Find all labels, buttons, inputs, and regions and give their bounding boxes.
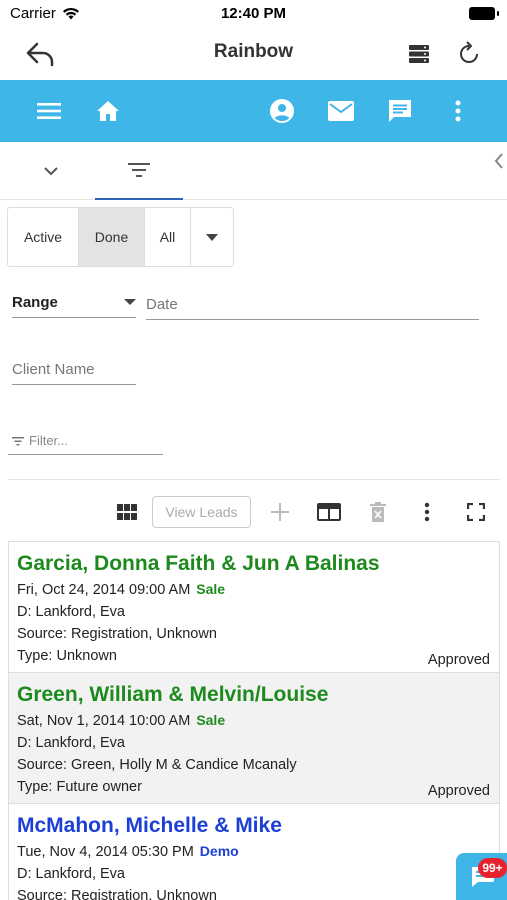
lead-card[interactable]: McMahon, Michelle & Mike Tue, Nov 4, 201… [9,804,499,900]
plus-icon [271,503,289,521]
lead-date: Tue, Nov 4, 2014 05:30 PM [17,844,194,860]
filter-icon [128,163,150,177]
fullscreen-icon [467,503,485,521]
menu-icon [37,103,61,119]
card-view-button[interactable] [314,497,344,527]
segment-active[interactable]: Active [8,208,79,266]
fullscreen-button[interactable] [461,497,491,527]
message-icon [389,100,411,122]
range-select[interactable]: Range [12,288,136,318]
card-view-icon [317,503,341,521]
lead-date: Sat, Nov 1, 2014 10:00 AM [17,713,191,729]
home-icon [97,101,119,121]
lead-tag: Demo [199,843,239,859]
battery-icon [469,7,499,20]
filter-tabs [0,142,507,200]
filter-placeholder: Filter... [29,433,69,448]
view-leads-button[interactable]: View Leads [152,496,251,528]
menu-button[interactable] [31,93,67,129]
status-segmented-control: Active Done All [7,207,234,267]
chat-unread-badge: 99+ [478,858,507,878]
side-panel-chevron-icon[interactable] [493,152,505,170]
account-button[interactable] [264,93,300,129]
lead-name: Garcia, Donna Faith & Jun A Balinas [17,552,380,575]
grid-icon [117,504,137,520]
section-divider [8,479,500,480]
segment-all[interactable]: All [145,208,191,266]
lead-name: McMahon, Michelle & Mike [17,814,282,837]
home-button[interactable] [90,93,126,129]
lead-status: Approved [427,652,490,668]
more-vertical-icon [424,502,430,522]
lead-card[interactable]: Garcia, Donna Faith & Jun A Balinas Fri,… [9,542,499,673]
client-name-field[interactable]: Client Name [12,354,136,385]
lead-type: Type: Future owner [17,779,142,795]
tab-collapse[interactable] [7,142,95,200]
list-action-bar: View Leads [0,492,507,532]
status-bar: Carrier 12:40 PM [0,0,507,28]
lead-designer: D: Lankford, Eva [17,735,125,751]
lead-name: Green, William & Melvin/Louise [17,683,329,706]
range-label: Range [12,294,58,311]
delete-icon [370,502,386,522]
more-vertical-icon [455,100,461,122]
lead-source: Source: Registration, Unknown [17,626,217,642]
caret-down-icon [124,299,136,305]
more-options-button[interactable] [412,497,442,527]
chevron-down-icon [44,167,58,176]
server-icon [409,45,429,63]
grid-view-button[interactable] [112,497,142,527]
date-field[interactable]: Date [146,288,479,320]
lead-source: Source: Registration, Unknown [17,888,217,900]
filter-icon [12,437,24,446]
tab-filter[interactable] [95,142,183,200]
lead-designer: D: Lankford, Eva [17,604,125,620]
lead-status: Approved [427,783,490,799]
lead-source: Source: Green, Holly M & Candice Mcanaly [17,757,297,773]
refresh-icon [460,41,478,63]
clock: 12:40 PM [220,5,287,22]
lead-date-line: Fri, Oct 24, 2014 09:00 AM Sale [17,578,491,601]
leads-list: Garcia, Donna Faith & Jun A Balinas Fri,… [8,541,500,900]
add-button[interactable] [265,497,295,527]
lead-date-line: Tue, Nov 4, 2014 05:30 PM Demo [17,840,491,863]
lead-date-line: Sat, Nov 1, 2014 10:00 AM Sale [17,709,491,732]
navigation-bar: Rainbow [0,28,507,80]
message-button[interactable] [382,93,418,129]
lead-tag: Sale [196,712,226,728]
segment-done[interactable]: Done [79,208,145,266]
segment-dropdown[interactable] [191,208,233,266]
lead-tag: Sale [196,581,226,597]
date-placeholder: Date [146,296,178,313]
account-icon [270,99,294,123]
mail-icon [328,101,354,121]
lead-type: Type: Unknown [17,648,117,664]
delete-button[interactable] [363,497,393,527]
filter-input[interactable]: Filter... [8,426,163,455]
mail-button[interactable] [323,93,359,129]
lead-card[interactable]: Green, William & Melvin/Louise Sat, Nov … [9,673,499,804]
main-toolbar [0,80,507,142]
more-button[interactable] [440,93,476,129]
caret-down-icon [206,233,218,241]
client-name-placeholder: Client Name [12,361,95,378]
server-button[interactable] [401,36,437,72]
lead-date: Fri, Oct 24, 2014 09:00 AM [17,582,191,598]
lead-designer: D: Lankford, Eva [17,866,125,882]
refresh-button[interactable] [451,36,487,72]
